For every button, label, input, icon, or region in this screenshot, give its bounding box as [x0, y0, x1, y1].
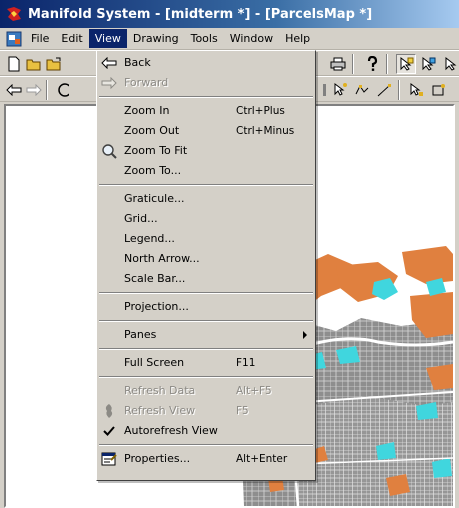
properties-icon — [101, 451, 117, 467]
menu-item-label: North Arrow... — [124, 252, 200, 265]
select-pointer-more-icon[interactable] — [440, 54, 459, 74]
menu-item-label: Zoom To Fit — [124, 144, 188, 157]
menu-item-label: Grid... — [124, 212, 158, 225]
menu-item-label: Back — [124, 56, 151, 69]
toolbar-separator — [398, 80, 400, 100]
toolbar-separator — [352, 54, 354, 74]
new-file-icon[interactable] — [4, 54, 24, 74]
zoom-icon[interactable] — [52, 80, 72, 100]
menu-drawing[interactable]: Drawing — [127, 29, 185, 48]
menu-view[interactable]: View — [88, 29, 127, 48]
document-icon[interactable] — [6, 31, 22, 47]
select-pointer-icon[interactable] — [396, 54, 416, 74]
submenu-arrow-icon — [303, 331, 307, 339]
view-menu-dropdown: Back Forward Zoom In Ctrl+Plus Zoom Out … — [96, 50, 316, 481]
refresh-icon — [101, 403, 117, 419]
menu-item-refresh-data[interactable]: Refresh Data Alt+F5 — [97, 381, 315, 401]
shortcut-label: F5 — [236, 405, 249, 417]
forward-arrow-icon — [101, 75, 117, 91]
app-window: Manifold System - [midterm *] - [Parcels… — [0, 0, 459, 508]
menu-item-full-screen[interactable]: Full Screen F11 — [97, 353, 315, 373]
back-arrow-icon[interactable] — [4, 80, 24, 100]
menu-item-label: Scale Bar... — [124, 272, 186, 285]
shortcut-label: Ctrl+Plus — [236, 105, 285, 117]
menu-item-label: Refresh View — [124, 404, 196, 417]
menu-item-label: Graticule... — [124, 192, 185, 205]
edit-node-icon[interactable] — [330, 80, 350, 100]
menu-item-label: Zoom In — [124, 104, 170, 117]
manifold-logo-icon — [6, 6, 22, 22]
menu-item-zoom-out[interactable]: Zoom Out Ctrl+Minus — [97, 121, 315, 141]
menu-item-zoom-in[interactable]: Zoom In Ctrl+Plus — [97, 101, 315, 121]
menu-edit[interactable]: Edit — [55, 29, 88, 48]
menu-item-zoom-to[interactable]: Zoom To... — [97, 161, 315, 181]
menu-item-label: Panes — [124, 328, 157, 341]
menu-separator — [99, 376, 313, 378]
menu-item-autorefresh-view[interactable]: Autorefresh View — [97, 421, 315, 441]
menu-item-label: Projection... — [124, 300, 189, 313]
menu-item-label: Refresh Data — [124, 384, 196, 397]
shortcut-label: Ctrl+Minus — [236, 125, 295, 137]
menu-item-properties[interactable]: Properties... Alt+Enter — [97, 449, 315, 469]
menu-separator — [99, 292, 313, 294]
menu-item-label: Forward — [124, 76, 169, 89]
checkmark-icon — [101, 423, 117, 439]
forward-arrow-icon[interactable] — [24, 80, 44, 100]
menu-item-graticule[interactable]: Graticule... — [97, 189, 315, 209]
zoom-to-fit-icon — [101, 143, 117, 159]
select-pointer-alt-icon[interactable] — [418, 54, 438, 74]
menu-item-forward[interactable]: Forward — [97, 73, 315, 93]
menu-item-scale-bar[interactable]: Scale Bar... — [97, 269, 315, 289]
open-folder-alt-icon[interactable] — [44, 54, 64, 74]
menu-file[interactable]: File — [25, 29, 55, 48]
menu-separator — [99, 96, 313, 98]
menu-item-label: Full Screen — [124, 356, 185, 369]
title-bar[interactable]: Manifold System - [midterm *] - [Parcels… — [0, 0, 459, 28]
menu-item-label: Autorefresh View — [124, 424, 218, 437]
menu-item-zoom-to-fit[interactable]: Zoom To Fit — [97, 141, 315, 161]
shortcut-label: Alt+F5 — [236, 385, 272, 397]
menu-item-label: Zoom To... — [124, 164, 182, 177]
menu-item-grid[interactable]: Grid... — [97, 209, 315, 229]
menu-tools[interactable]: Tools — [185, 29, 224, 48]
help-question-icon[interactable] — [362, 54, 382, 74]
window-title: Manifold System - [midterm *] - [Parcels… — [28, 6, 373, 22]
menu-help[interactable]: Help — [279, 29, 316, 48]
menu-item-back[interactable]: Back — [97, 53, 315, 73]
shortcut-label: F11 — [236, 357, 256, 369]
menu-separator — [99, 184, 313, 186]
menu-bar: File Edit View Drawing Tools Window Help — [0, 28, 459, 50]
menu-item-label: Zoom Out — [124, 124, 180, 137]
menu-item-refresh-view[interactable]: Refresh View F5 — [97, 401, 315, 421]
menu-separator — [99, 444, 313, 446]
shortcut-label: Alt+Enter — [236, 453, 288, 465]
menu-item-legend[interactable]: Legend... — [97, 229, 315, 249]
open-folder-icon[interactable] — [24, 54, 44, 74]
edit-area-icon[interactable] — [406, 80, 426, 100]
menu-item-label: Properties... — [124, 452, 191, 465]
menu-separator — [99, 320, 313, 322]
menu-item-projection[interactable]: Projection... — [97, 297, 315, 317]
edit-vertex-icon[interactable] — [352, 80, 372, 100]
edit-point-icon[interactable] — [428, 80, 448, 100]
menu-separator — [99, 348, 313, 350]
menu-item-label: Legend... — [124, 232, 175, 245]
toolbar-separator — [386, 54, 388, 74]
menu-item-panes[interactable]: Panes — [97, 325, 315, 345]
menu-window[interactable]: Window — [224, 29, 279, 48]
edit-line-icon[interactable] — [374, 80, 394, 100]
toolbar-separator — [46, 80, 48, 100]
back-arrow-icon — [101, 55, 117, 71]
print-icon[interactable] — [328, 54, 348, 74]
menu-item-north-arrow[interactable]: North Arrow... — [97, 249, 315, 269]
